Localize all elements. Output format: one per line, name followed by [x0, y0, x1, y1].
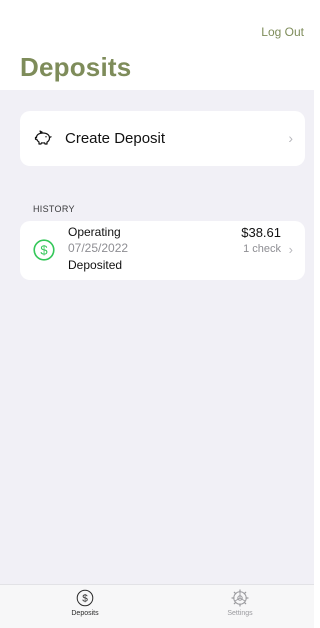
tab-deposits[interactable]: $ Deposits	[45, 589, 125, 617]
svg-text:$: $	[40, 243, 48, 258]
history-status: Deposited	[68, 258, 123, 272]
history-section-label: HISTORY	[33, 204, 75, 214]
tab-bar: $ Deposits Settings	[0, 584, 314, 628]
dollar-circle-icon: $	[33, 239, 55, 261]
tab-deposits-label: Deposits	[71, 610, 99, 617]
svg-text:$: $	[82, 594, 88, 605]
navigation-header: Log Out Deposits	[0, 0, 314, 90]
create-deposit-label: Create Deposit	[65, 130, 166, 147]
tab-settings[interactable]: Settings	[200, 589, 280, 617]
history-list-item[interactable]: $ Operating 07/25/2022 Deposited $38.61 …	[20, 221, 305, 280]
history-amount: $38.61	[241, 225, 281, 240]
piggy-bank-icon	[34, 130, 52, 145]
tab-settings-label: Settings	[227, 610, 253, 617]
chevron-right-icon: ›	[288, 130, 293, 146]
page-title: Deposits	[20, 52, 132, 82]
history-check-count: 1 check	[243, 243, 281, 255]
history-date: 07/25/2022	[68, 241, 129, 255]
history-account-name: Operating	[68, 225, 121, 239]
logout-button[interactable]: Log Out	[261, 25, 304, 39]
dollar-circle-icon: $	[76, 589, 94, 607]
chevron-right-icon: ›	[288, 242, 293, 257]
create-deposit-button[interactable]: Create Deposit ›	[20, 111, 305, 166]
deposits-screen: Log Out Deposits Create Deposit › HISTOR…	[0, 0, 314, 628]
gear-icon	[231, 589, 249, 607]
